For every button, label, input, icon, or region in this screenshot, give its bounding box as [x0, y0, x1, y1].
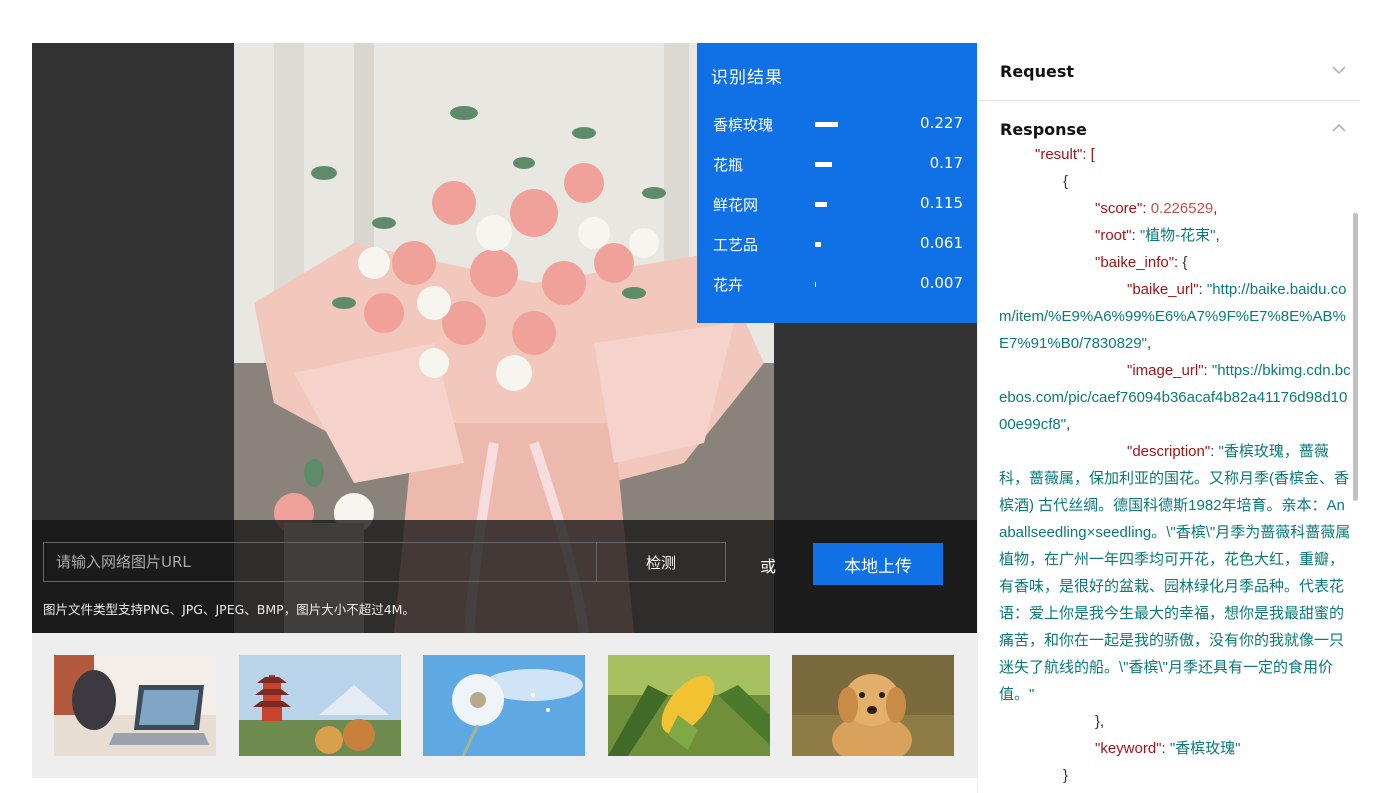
result-score: 0.007: [920, 274, 963, 292]
thumbnail-laptop[interactable]: [54, 655, 216, 756]
response-code: "result": [ { "score": 0.226529, "root":…: [999, 146, 1350, 784]
or-label: 或: [760, 557, 777, 576]
code-open-brace: {: [1063, 173, 1069, 190]
recognition-result-panel: 识别结果 香槟玫瑰 0.227 花瓶 0.17 鲜花网 0.115 工艺品 0.…: [697, 43, 977, 323]
result-score: 0.115: [920, 194, 963, 212]
thumbnail-corn[interactable]: [608, 655, 770, 756]
result-title: 识别结果: [711, 68, 783, 88]
score-bar: [815, 162, 832, 167]
chevron-up-icon: [1332, 123, 1346, 132]
code-keyword-key: "keyword": [1095, 740, 1162, 757]
code-result-key: "result": [: [1035, 146, 1095, 163]
code-description-value: "香槟玫瑰，蔷薇科，蔷薇属，保加利亚的国花。又称月季(香槟金、香槟酒) 古代丝绸…: [999, 443, 1350, 703]
sample-thumbnails: [32, 633, 977, 778]
score-bar: [815, 202, 827, 207]
response-scrollbar[interactable]: [1353, 213, 1358, 501]
corn-photo-icon: [608, 655, 770, 756]
result-score: 0.17: [929, 154, 963, 172]
result-row: 工艺品 0.061: [713, 232, 963, 256]
result-score: 0.061: [920, 234, 963, 252]
detect-button[interactable]: 检测: [596, 542, 726, 582]
code-root-value: "植物-花束": [1139, 227, 1216, 244]
result-row: 鲜花网 0.115: [713, 192, 963, 216]
code-score-key: "score": [1095, 200, 1143, 217]
code-root-key: "root": [1095, 227, 1132, 244]
result-name: 花卉: [713, 276, 744, 294]
result-row: 花卉 0.007: [713, 272, 963, 296]
score-bar: [815, 122, 838, 127]
request-accordion[interactable]: Request: [978, 43, 1360, 101]
result-score: 0.227: [920, 114, 963, 132]
local-upload-button[interactable]: 本地上传: [813, 543, 943, 585]
code-close-brace: }: [1063, 767, 1069, 784]
pagoda-photo-icon: [239, 655, 401, 756]
thumbnail-dog[interactable]: [792, 655, 954, 756]
code-score-value: 0.226529: [1150, 200, 1214, 217]
file-type-hint: 图片文件类型支持PNG、JPG、JPEG、BMP，图片大小不超过4M。: [43, 602, 415, 617]
code-close-inner: },: [1095, 713, 1105, 730]
api-panel: Request Response "result": [ { "score": …: [977, 43, 1360, 793]
result-row: 香槟玫瑰 0.227: [713, 112, 963, 136]
code-baike-key: "baike_info": [1095, 254, 1175, 271]
result-name: 工艺品: [713, 236, 759, 254]
laptop-photo-icon: [54, 655, 216, 756]
image-url-input[interactable]: [43, 542, 596, 582]
thumbnail-dandelion[interactable]: [423, 655, 585, 756]
code-baike-url-key: "baike_url": [1127, 281, 1199, 298]
result-name: 香槟玫瑰: [713, 116, 774, 134]
url-input-bar: 检测 或 本地上传 图片文件类型支持PNG、JPG、JPEG、BMP，图片大小不…: [32, 520, 977, 633]
dog-photo-icon: [792, 655, 954, 756]
dandelion-photo-icon: [423, 655, 585, 756]
score-bar: [815, 242, 821, 247]
request-title: Request: [1000, 62, 1075, 81]
demo-panel: 识别结果 香槟玫瑰 0.227 花瓶 0.17 鲜花网 0.115 工艺品 0.…: [32, 43, 977, 633]
result-name: 花瓶: [713, 156, 744, 174]
chevron-down-icon: [1332, 66, 1346, 75]
code-image-url-key: "image_url": [1127, 362, 1204, 379]
response-title: Response: [1000, 120, 1087, 139]
score-bar: [815, 282, 816, 287]
code-description-key: "description": [1127, 443, 1211, 460]
result-row: 花瓶 0.17: [713, 152, 963, 176]
thumbnail-pagoda[interactable]: [239, 655, 401, 756]
result-name: 鲜花网: [713, 196, 759, 214]
code-keyword-value: "香槟玫瑰": [1169, 740, 1241, 757]
